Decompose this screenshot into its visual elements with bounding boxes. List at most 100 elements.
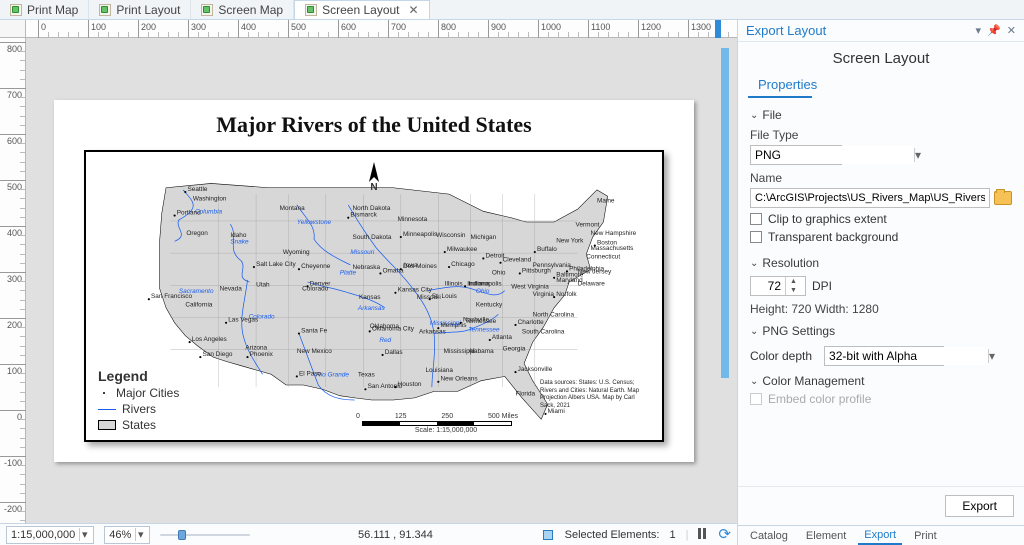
close-icon[interactable]: ✕ <box>1007 24 1016 37</box>
svg-text:Dallas: Dallas <box>385 349 403 356</box>
file-type-dropdown[interactable]: ▾ <box>750 145 842 165</box>
legend[interactable]: Legend Major Cities Rivers States <box>98 368 208 432</box>
panel-tab-catalog[interactable]: Catalog <box>744 528 794 544</box>
scale-dropdown[interactable]: 1:15,000,000▾ <box>6 526 94 544</box>
up-icon[interactable]: ▲ <box>786 277 801 286</box>
scale-bar[interactable]: 0125250500 Miles Scale: 1:15,000,000 <box>356 413 536 434</box>
properties-tab[interactable]: Properties <box>748 77 812 98</box>
document-tabs: Print Map Print Layout Screen Map Screen… <box>0 0 1024 20</box>
panel-bottom-tabs: Catalog Element Export Print <box>738 525 1024 545</box>
svg-text:Santa Fe: Santa Fe <box>301 327 327 334</box>
output-dimensions: Height: 720 Width: 1280 <box>750 302 1012 316</box>
clip-checkbox[interactable]: Clip to graphics extent <box>750 212 1012 226</box>
svg-text:Red: Red <box>379 337 391 344</box>
svg-text:Yellowstone: Yellowstone <box>297 219 332 226</box>
color-depth-label: Color depth <box>750 349 812 363</box>
section-color-management[interactable]: ⌄Color Management <box>750 374 1012 388</box>
dpi-spinner[interactable]: ▲▼ <box>750 276 806 296</box>
map-frame[interactable]: N ColumbiaSnakeSacramentoColoradoYellows… <box>84 150 664 442</box>
zoom-value: 46% <box>109 529 131 541</box>
tab-print-layout[interactable]: Print Layout <box>89 0 191 19</box>
tab-screen-layout[interactable]: Screen Layout✕ <box>294 0 429 19</box>
svg-text:Boston: Boston <box>597 240 617 247</box>
file-name-label: Name <box>750 171 1012 185</box>
north-arrow[interactable]: N <box>364 162 384 193</box>
svg-text:Atlanta: Atlanta <box>492 334 512 341</box>
svg-text:Georgia: Georgia <box>503 346 526 353</box>
pin-icon[interactable]: 📌 <box>987 24 1001 37</box>
chevron-down-icon: ⌄ <box>750 376 758 387</box>
embed-color-profile-checkbox: Embed color profile <box>750 392 1012 406</box>
svg-text:Nebraska: Nebraska <box>353 264 381 271</box>
svg-text:Kansas City: Kansas City <box>398 287 433 294</box>
status-bar: 1:15,000,000▾ 46%▾ 56.111 , 91.344 Selec… <box>0 523 737 545</box>
svg-text:Florida: Florida <box>516 391 536 398</box>
svg-text:New Hampshire: New Hampshire <box>591 230 637 237</box>
svg-text:Minnesota: Minnesota <box>398 216 428 223</box>
svg-text:Washington: Washington <box>193 196 227 203</box>
svg-text:San Antonio: San Antonio <box>368 383 403 390</box>
svg-text:Los Angeles: Los Angeles <box>192 336 227 343</box>
chevron-down-icon: ▾ <box>914 148 921 162</box>
tab-screen-map[interactable]: Screen Map <box>191 0 294 19</box>
layout-canvas-area: 0100200300400500600700800900100011001200… <box>0 20 737 523</box>
svg-text:Vermont: Vermont <box>576 221 600 228</box>
tab-print-map[interactable]: Print Map <box>0 0 89 19</box>
chevron-down-icon: ▾ <box>79 528 89 541</box>
svg-text:Kansas: Kansas <box>359 294 380 301</box>
color-depth-dropdown[interactable]: ▾ <box>824 346 944 366</box>
svg-text:Baltimore: Baltimore <box>556 272 584 279</box>
svg-text:Norfolk: Norfolk <box>556 291 577 298</box>
file-name-input[interactable] <box>750 188 990 208</box>
svg-text:Des Moines: Des Moines <box>403 263 437 270</box>
svg-text:Connecticut: Connecticut <box>586 253 620 260</box>
selected-elements-count: 1 <box>669 529 675 541</box>
layout-page[interactable]: Major Rivers of the United States N Colu… <box>54 100 694 462</box>
file-type-label: File Type <box>750 128 1012 142</box>
zoom-slider[interactable] <box>160 528 250 542</box>
svg-text:Texas: Texas <box>358 371 375 378</box>
refresh-button[interactable]: ⟳ <box>718 528 731 542</box>
map-extent-indicator <box>721 48 729 378</box>
panel-tab-print[interactable]: Print <box>908 528 943 544</box>
svg-text:Illinois: Illinois <box>445 280 463 287</box>
svg-text:Michigan: Michigan <box>470 234 496 241</box>
down-icon[interactable]: ▼ <box>786 286 801 295</box>
export-button[interactable]: Export <box>945 495 1014 517</box>
svg-text:Salt Lake City: Salt Lake City <box>256 261 296 268</box>
svg-text:Oregon: Oregon <box>186 230 208 237</box>
legend-label: Major Cities <box>116 386 179 400</box>
section-png-settings[interactable]: ⌄PNG Settings <box>750 324 1012 338</box>
panel-tab-element[interactable]: Element <box>800 528 852 544</box>
svg-text:South Carolina: South Carolina <box>522 329 565 336</box>
layout-icon <box>10 4 22 16</box>
zoom-dropdown[interactable]: 46% ▾ <box>104 526 150 544</box>
svg-text:Oklahoma City: Oklahoma City <box>372 325 415 332</box>
panel-subtitle: Screen Layout <box>738 42 1024 77</box>
chevron-down-icon: ⌄ <box>750 326 758 337</box>
dpi-label: DPI <box>812 279 832 293</box>
svg-text:Las Vegas: Las Vegas <box>228 317 258 324</box>
transparent-checkbox[interactable]: Transparent background <box>750 230 1012 244</box>
svg-text:Portland: Portland <box>177 210 201 217</box>
horizontal-ruler: 0100200300400500600700800900100011001200… <box>26 20 737 38</box>
north-label: N <box>364 182 384 193</box>
chevron-down-icon: ▾ <box>135 528 145 541</box>
svg-text:North Carolina: North Carolina <box>533 311 575 318</box>
section-file[interactable]: ⌄File <box>750 108 1012 122</box>
panel-title: Export Layout <box>746 23 826 38</box>
scale-caption: Scale: 1:15,000,000 <box>356 427 536 434</box>
close-icon[interactable]: ✕ <box>409 3 419 17</box>
legend-label: States <box>122 418 156 432</box>
svg-text:Tennessee: Tennessee <box>468 326 500 333</box>
svg-text:Nevada: Nevada <box>220 286 243 293</box>
section-resolution[interactable]: ⌄Resolution <box>750 256 1012 270</box>
svg-text:Denver: Denver <box>310 280 332 287</box>
svg-text:Seattle: Seattle <box>187 186 207 193</box>
panel-tab-export[interactable]: Export <box>858 527 902 545</box>
pause-drawing-button[interactable] <box>698 528 708 542</box>
browse-button[interactable] <box>994 191 1012 205</box>
panel-menu-button[interactable]: ▾ <box>976 24 982 37</box>
legend-symbol-rivers <box>98 409 116 410</box>
svg-text:Charlotte: Charlotte <box>518 319 544 326</box>
